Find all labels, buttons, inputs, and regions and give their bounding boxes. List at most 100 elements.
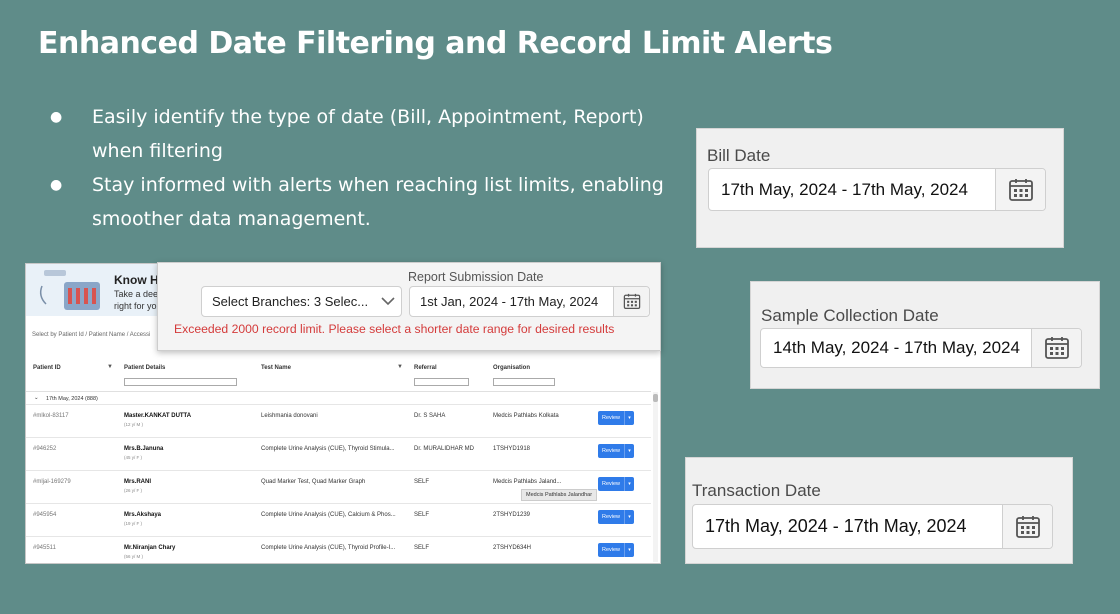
caret-down-icon[interactable]: ▾ bbox=[624, 510, 634, 524]
test-name: Complete Urine Analysis (CUE), Thyroid S… bbox=[261, 446, 395, 452]
table-header: Patient ID ▼ Patient Details Test Name ▼… bbox=[26, 360, 651, 392]
referral-filter-input[interactable] bbox=[414, 378, 469, 386]
banner-text-line: Take a deep bbox=[114, 289, 164, 299]
organisation-tooltip: Medcis Pathlabs Jalandhar bbox=[521, 489, 598, 501]
table-row[interactable]: #945954 Mrs.Akshaya (19 y/ F ) Complete … bbox=[26, 504, 651, 537]
column-test-name[interactable]: Test Name bbox=[261, 365, 291, 371]
column-organisation[interactable]: Organisation bbox=[493, 365, 530, 371]
record-limit-error: Exceeded 2000 record limit. Please selec… bbox=[174, 322, 615, 336]
bill-date-card: Bill Date 17th May, 2024 - 17th May, 202… bbox=[696, 128, 1064, 248]
calendar-icon[interactable] bbox=[1002, 505, 1052, 548]
column-referral[interactable]: Referral bbox=[414, 365, 437, 371]
report-submission-date-value: 1st Jan, 2024 - 17th May, 2024 bbox=[420, 294, 599, 309]
patient-age-sex: (45 y/ F ) bbox=[124, 455, 143, 460]
transaction-date-value: 17th May, 2024 - 17th May, 2024 bbox=[705, 516, 967, 536]
referral: SELF bbox=[414, 512, 430, 518]
calendar-icon[interactable] bbox=[995, 169, 1045, 210]
caret-down-icon[interactable]: ▾ bbox=[624, 543, 634, 557]
review-button[interactable]: Review ▾ bbox=[598, 510, 634, 524]
table-row[interactable]: #945511 Mr.Niranjan Chary (56 y/ M ) Com… bbox=[26, 537, 651, 563]
transaction-date-field[interactable]: 17th May, 2024 - 17th May, 2024 bbox=[692, 504, 1053, 549]
referral: SELF bbox=[414, 479, 430, 485]
caret-down-icon[interactable]: ▾ bbox=[624, 477, 634, 491]
patient-details-filter-input[interactable] bbox=[124, 378, 237, 386]
patient-name: Mrs.Akshaya bbox=[124, 512, 162, 518]
transaction-date-label: Transaction Date bbox=[692, 481, 821, 500]
search-hint[interactable]: Select by Patient Id / Patient Name / Ac… bbox=[32, 332, 150, 338]
banner-text: Take a deep right for you bbox=[114, 288, 163, 312]
test-name: Complete Urine Analysis (CUE), Calcium &… bbox=[261, 512, 396, 518]
patient-id[interactable]: #mljal-169279 bbox=[33, 479, 71, 485]
filter-icon[interactable]: ▼ bbox=[107, 364, 113, 370]
sample-collection-date-value: 14th May, 2024 - 17th May, 2024 bbox=[773, 338, 1020, 357]
column-patient-id[interactable]: Patient ID bbox=[33, 365, 61, 371]
slide-title: Enhanced Date Filtering and Record Limit… bbox=[38, 26, 833, 61]
table-row[interactable]: #mlkol-83117 Master.KANKAT DUTTA (12 y/ … bbox=[26, 405, 651, 438]
patient-id[interactable]: #945954 bbox=[33, 512, 56, 518]
caret-down-icon[interactable]: ▾ bbox=[624, 411, 634, 425]
organisation: 2TSHYD634H bbox=[493, 545, 532, 551]
review-button[interactable]: Review ▾ bbox=[598, 444, 634, 458]
filter-icon[interactable]: ▼ bbox=[397, 364, 403, 370]
report-submission-date-field[interactable]: 1st Jan, 2024 - 17th May, 2024 bbox=[409, 286, 650, 317]
patient-age-sex: (12 y/ M ) bbox=[124, 422, 144, 427]
organisation: Medcis Pathlabs Jaland... bbox=[493, 479, 562, 485]
review-button[interactable]: Review ▾ bbox=[598, 543, 634, 557]
test-name: Leishmania donovani bbox=[261, 413, 318, 419]
calendar-icon[interactable] bbox=[613, 287, 649, 316]
patient-id[interactable]: #mlkol-83117 bbox=[33, 413, 69, 419]
bullet-item: ● Stay informed with alerts when reachin… bbox=[50, 168, 670, 236]
lab-illustration bbox=[39, 270, 100, 310]
calendar-icon[interactable] bbox=[1031, 329, 1081, 367]
test-name: Quad Marker Test, Quad Marker Graph bbox=[261, 479, 366, 485]
bullet-text: Easily identify the type of date (Bill, … bbox=[92, 106, 644, 162]
patient-name: Mr.Niranjan Chary bbox=[124, 545, 176, 551]
bill-date-value: 17th May, 2024 - 17th May, 2024 bbox=[721, 179, 968, 199]
review-label: Review bbox=[602, 547, 621, 553]
patient-name: Mrs.RANI bbox=[124, 479, 152, 485]
column-patient-details[interactable]: Patient Details bbox=[124, 365, 165, 371]
review-button[interactable]: Review ▾ bbox=[598, 411, 634, 425]
sample-collection-date-label: Sample Collection Date bbox=[761, 306, 939, 325]
date-group-row[interactable]: ⌄ 17th May, 2024 (888) bbox=[26, 392, 651, 405]
bullet-dot: ● bbox=[50, 177, 63, 193]
chevron-down-icon[interactable] bbox=[375, 297, 401, 306]
patient-id[interactable]: #946252 bbox=[33, 446, 56, 452]
transaction-date-card: Transaction Date 17th May, 2024 - 17th M… bbox=[685, 457, 1073, 564]
referral: Dr. S SAHA bbox=[414, 413, 446, 419]
bill-date-label: Bill Date bbox=[707, 146, 771, 165]
filter-popup: Report Submission Date Select Branches: … bbox=[157, 262, 661, 351]
caret-down-icon[interactable]: ▾ bbox=[624, 444, 634, 458]
banner-text-line: right for you bbox=[114, 301, 162, 311]
chevron-down-icon[interactable]: ⌄ bbox=[34, 395, 39, 401]
bullet-item: ● Easily identify the type of date (Bill… bbox=[50, 100, 670, 168]
group-label: 17th May, 2024 (888) bbox=[46, 396, 98, 402]
test-name: Complete Urine Analysis (CUE), Thyroid P… bbox=[261, 545, 396, 551]
review-button[interactable]: Review ▾ bbox=[598, 477, 634, 491]
patient-name: Mrs.B.Januna bbox=[124, 446, 164, 452]
scrollbar[interactable] bbox=[653, 392, 658, 562]
bullet-dot: ● bbox=[50, 109, 63, 125]
patient-id[interactable]: #945511 bbox=[33, 545, 56, 551]
organisation-filter-input[interactable] bbox=[493, 378, 555, 386]
review-label: Review bbox=[602, 481, 621, 487]
patient-age-sex: (26 y/ F ) bbox=[124, 488, 143, 493]
scrollbar-thumb[interactable] bbox=[653, 394, 658, 402]
organisation: Medcis Pathlabs Kolkata bbox=[493, 413, 559, 419]
referral: SELF bbox=[414, 545, 430, 551]
report-submission-date-label: Report Submission Date bbox=[408, 270, 544, 284]
patient-age-sex: (56 y/ M ) bbox=[124, 554, 144, 559]
branch-select[interactable]: Select Branches: 3 Selec... bbox=[201, 286, 402, 317]
bill-date-field[interactable]: 17th May, 2024 - 17th May, 2024 bbox=[708, 168, 1046, 211]
sample-collection-date-field[interactable]: 14th May, 2024 - 17th May, 2024 bbox=[760, 328, 1082, 368]
bullet-text: Stay informed with alerts when reaching … bbox=[92, 174, 664, 230]
referral: Dr. MURALIDHAR MD bbox=[414, 446, 475, 452]
organisation: 2TSHYD1239 bbox=[493, 512, 531, 518]
review-label: Review bbox=[602, 448, 621, 454]
organisation: 1TSHYD1918 bbox=[493, 446, 531, 452]
patient-age-sex: (19 y/ F ) bbox=[124, 521, 143, 526]
bullet-list: ● Easily identify the type of date (Bill… bbox=[50, 100, 670, 236]
table-row[interactable]: #946252 Mrs.B.Januna (45 y/ F ) Complete… bbox=[26, 438, 651, 471]
review-label: Review bbox=[602, 514, 621, 520]
patient-name: Master.KANKAT DUTTA bbox=[124, 413, 192, 419]
